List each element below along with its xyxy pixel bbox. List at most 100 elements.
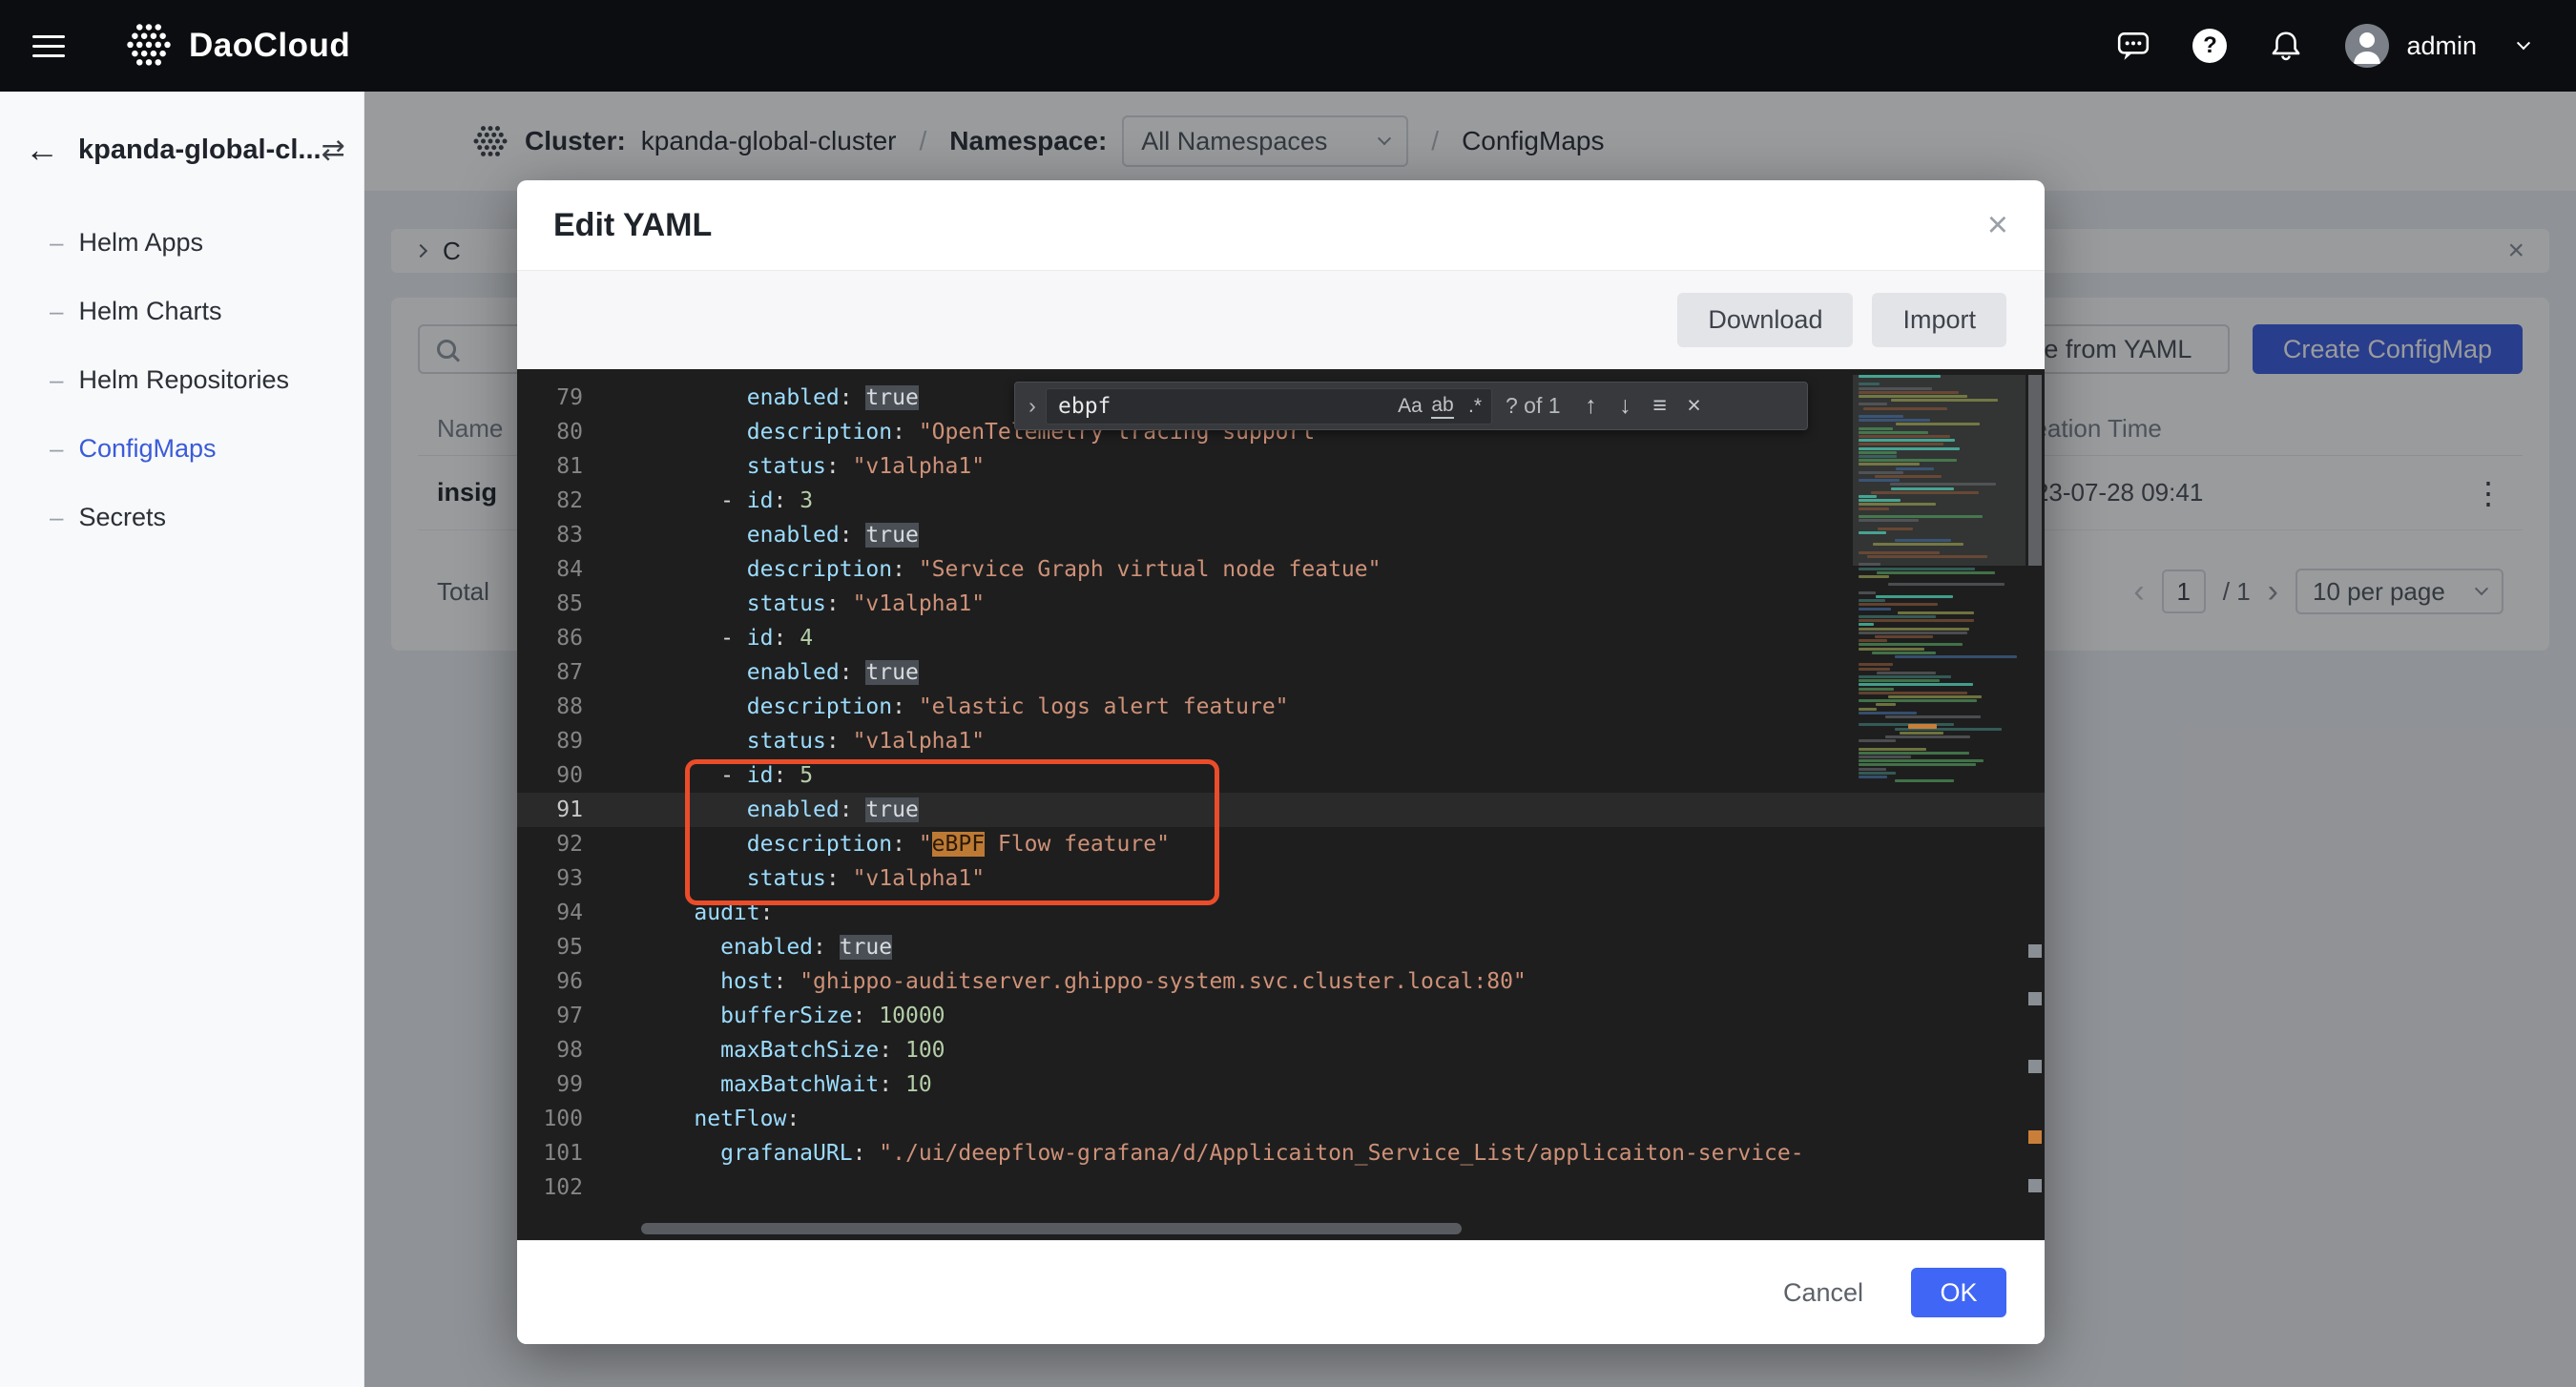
line-number: 93 [517,861,583,896]
line-content: description: "Service Graph virtual node… [641,552,1381,587]
line-number: 90 [517,758,583,793]
code-line-95[interactable]: 95 enabled: true [517,930,2045,964]
avatar[interactable] [2345,24,2389,68]
match-case-icon[interactable]: Aa [1394,392,1426,421]
sidebar-item-helm-repositories[interactable]: –Helm Repositories [0,345,364,414]
line-number: 80 [517,415,583,449]
line-number: 79 [517,381,583,415]
line-number: 87 [517,655,583,690]
minimap[interactable] [1853,369,2025,1240]
find-query[interactable] [1058,394,1394,419]
line-number: 83 [517,518,583,552]
code-line-94[interactable]: 94 audit: [517,896,2045,930]
line-content: status: "v1alpha1" [641,449,985,484]
download-button[interactable]: Download [1677,293,1853,347]
close-icon[interactable]: × [1987,207,2008,243]
code-line-86[interactable]: 86 - id: 4 [517,621,2045,655]
line-number: 86 [517,621,583,655]
whole-word-icon[interactable]: ab [1426,392,1459,421]
chevron-down-icon[interactable] [2517,36,2530,50]
line-content: enabled: true [641,793,919,827]
sub-item-dash: – [50,228,63,258]
ruler-mark [2028,944,2042,958]
line-content: description: "elastic logs alert feature… [641,690,1289,724]
code-line-99[interactable]: 99 maxBatchWait: 10 [517,1067,2045,1102]
sub-item-dash: – [50,297,63,326]
code-line-88[interactable]: 88 description: "elastic logs alert feat… [517,690,2045,724]
code-line-96[interactable]: 96 host: "ghippo-auditserver.ghippo-syst… [517,964,2045,999]
code-line-97[interactable]: 97 bufferSize: 10000 [517,999,2045,1033]
prev-match-icon[interactable]: ↑ [1574,390,1609,423]
import-button[interactable]: Import [1872,293,2006,347]
sub-item-dash: – [50,365,63,395]
line-content: netFlow: [641,1102,800,1136]
code-line-93[interactable]: 93 status: "v1alpha1" [517,861,2045,896]
chat-icon[interactable] [2116,29,2150,63]
line-content: status: "v1alpha1" [641,724,985,758]
code-line-85[interactable]: 85 status: "v1alpha1" [517,587,2045,621]
next-match-icon[interactable]: ↓ [1609,390,1643,423]
line-number: 94 [517,896,583,930]
code-line-92[interactable]: 92 description: "eBPF Flow feature" [517,827,2045,861]
edit-yaml-modal: Edit YAML × Download Import 79 enabled: … [517,180,2045,1344]
sidebar-item-label: Helm Charts [78,297,221,326]
find-input[interactable]: Aa ab .* [1046,388,1492,424]
close-find-icon[interactable]: × [1677,390,1712,423]
brand-name: DaoCloud [189,27,350,65]
line-content: - id: 5 [641,758,813,793]
line-content: status: "v1alpha1" [641,587,985,621]
line-number: 92 [517,827,583,861]
modal-title: Edit YAML [553,207,712,244]
sidebar-header: ← kpanda-global-cl... ⇄ [0,92,364,208]
code-line-84[interactable]: 84 description: "Service Graph virtual n… [517,552,2045,587]
ok-button[interactable]: OK [1911,1268,2006,1317]
switch-cluster-icon[interactable]: ⇄ [322,134,345,167]
sidebar-item-helm-charts[interactable]: –Helm Charts [0,277,364,345]
line-number: 100 [517,1102,583,1136]
line-content: grafanaURL: "./ui/deepflow-grafana/d/App… [641,1136,1804,1170]
find-widget: › Aa ab .* ? of 1 ↑ ↓ ≡ × [1014,382,1808,430]
sidebar-item-helm-apps[interactable]: –Helm Apps [0,208,364,277]
toggle-replace-icon[interactable]: › [1019,393,1046,419]
sidebar-item-secrets[interactable]: –Secrets [0,483,364,551]
code-line-100[interactable]: 100 netFlow: [517,1102,2045,1136]
ruler-mark [2028,1060,2042,1073]
scrollbar[interactable] [2025,369,2045,1240]
code-line-89[interactable]: 89 status: "v1alpha1" [517,724,2045,758]
scrollbar-thumb[interactable] [2028,375,2042,566]
cluster-name: kpanda-global-cl... [78,135,322,166]
line-number: 97 [517,999,583,1033]
code-line-90[interactable]: 90 - id: 5 [517,758,2045,793]
code-line-98[interactable]: 98 maxBatchSize: 100 [517,1033,2045,1067]
code-line-101[interactable]: 101 grafanaURL: "./ui/deepflow-grafana/d… [517,1136,2045,1170]
ruler-mark [2028,992,2042,1005]
line-content: host: "ghippo-auditserver.ghippo-system.… [641,964,1527,999]
line-number: 91 [517,793,583,827]
code-line-87[interactable]: 87 enabled: true [517,655,2045,690]
daocloud-logo-icon [124,21,174,71]
bell-icon[interactable] [2269,29,2303,63]
horizontal-scrollbar-thumb[interactable] [641,1223,1462,1234]
line-content: enabled: true [641,518,919,552]
cancel-button[interactable]: Cancel [1783,1278,1863,1308]
sidebar-item-configmaps[interactable]: –ConfigMaps [0,414,364,483]
top-bar: DaoCloud ? admin [0,0,2576,92]
yaml-editor[interactable]: 79 enabled: true80 description: "OpenTel… [517,369,2045,1240]
regex-icon[interactable]: .* [1459,392,1491,421]
code-line-81[interactable]: 81 status: "v1alpha1" [517,449,2045,484]
code-line-82[interactable]: 82 - id: 3 [517,484,2045,518]
line-number: 99 [517,1067,583,1102]
menu-icon[interactable] [32,35,65,57]
line-content: description: "eBPF Flow feature" [641,827,1170,861]
line-content: status: "v1alpha1" [641,861,985,896]
back-arrow-icon[interactable]: ← [25,130,59,170]
code-line-102[interactable]: 102 [517,1170,2045,1205]
sidebar-nav: WorkloadsHelm Apps–Helm Apps–Helm Charts… [0,208,364,551]
find-in-selection-icon[interactable]: ≡ [1643,390,1677,423]
line-number: 81 [517,449,583,484]
user-name[interactable]: admin [2406,31,2477,61]
code-line-91[interactable]: 91 enabled: true [517,793,2045,827]
line-number: 96 [517,964,583,999]
code-line-83[interactable]: 83 enabled: true [517,518,2045,552]
help-icon[interactable]: ? [2192,29,2227,63]
